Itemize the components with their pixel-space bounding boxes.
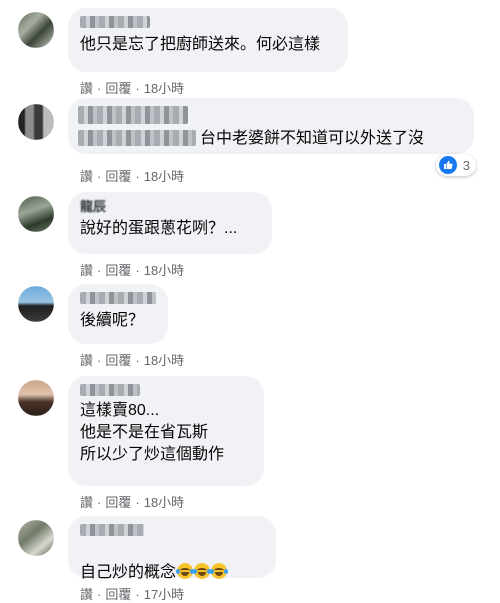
timestamp[interactable]: 18小時 [144, 350, 184, 369]
like-link[interactable]: 讚 [80, 78, 93, 97]
avatar[interactable] [18, 286, 54, 322]
like-link[interactable]: 讚 [80, 260, 93, 279]
separator: · [97, 81, 102, 96]
separator: · [97, 495, 102, 510]
reply-link[interactable]: 回覆 [105, 350, 131, 369]
timestamp[interactable]: 18小時 [144, 166, 184, 185]
commenter-name-blurred[interactable] [80, 384, 140, 396]
separator: · [135, 495, 140, 510]
reply-link[interactable]: 回覆 [105, 584, 131, 603]
separator: · [135, 353, 140, 368]
comment-bubble: 後續呢？ [68, 284, 168, 344]
timestamp[interactable]: 17小時 [144, 584, 184, 603]
reply-link[interactable]: 回覆 [105, 260, 131, 279]
comment-bubble: 他只是忘了把廚師送來。何必這樣 [68, 8, 348, 72]
separator: · [97, 263, 102, 278]
avatar[interactable] [18, 380, 54, 416]
separator: · [135, 169, 140, 184]
comment-actions: 讚 · 回覆 · 18小時 [80, 78, 184, 97]
comment-text: 說好的蛋跟蔥花咧？... [80, 220, 238, 237]
comment-actions: 讚 · 回覆 · 18小時 [80, 166, 184, 185]
rolling-laughing-icon [176, 563, 195, 579]
commenter-name[interactable]: 龍辰 [80, 200, 260, 214]
comment-bubble: 台中老婆餅不知道可以外送了沒 [68, 98, 474, 154]
comment-text: 自己炒的概念 [80, 540, 264, 584]
like-icon [438, 156, 457, 174]
separator: · [97, 169, 102, 184]
comment-actions: 讚 · 回覆 · 18小時 [80, 260, 184, 279]
comment-bubble: 這樣賣80... 他是不是在省瓦斯 所以少了炒這個動作 [68, 376, 264, 486]
reaction-count: 3 [462, 157, 470, 173]
avatar[interactable] [18, 520, 54, 556]
avatar[interactable] [18, 196, 54, 232]
comment-actions: 讚 · 回覆 · 17小時 [80, 584, 184, 603]
separator: · [135, 81, 140, 96]
like-link[interactable]: 讚 [80, 350, 93, 369]
timestamp[interactable]: 18小時 [144, 492, 184, 511]
separator: · [135, 263, 140, 278]
comment-bubble: 龍辰 說好的蛋跟蔥花咧？... [68, 192, 272, 254]
timestamp[interactable]: 18小時 [144, 260, 184, 279]
avatar[interactable] [18, 104, 54, 140]
rolling-laughing-icon [210, 563, 229, 579]
reaction-badge[interactable]: 3 [435, 154, 476, 176]
commenter-name-blurred[interactable] [78, 106, 188, 124]
reply-link[interactable]: 回覆 [105, 78, 131, 97]
separator: · [97, 353, 102, 368]
comment-text: 後續呢？ [80, 312, 145, 329]
commenter-name-blurred[interactable] [80, 524, 144, 536]
commenter-name-blurred[interactable] [78, 130, 196, 146]
like-link[interactable]: 讚 [80, 492, 93, 511]
reply-link[interactable]: 回覆 [105, 166, 131, 185]
comment-actions: 讚 · 回覆 · 18小時 [80, 492, 184, 511]
avatar[interactable] [18, 12, 54, 48]
commenter-name-blurred[interactable] [80, 292, 156, 304]
commenter-name-blurred[interactable] [80, 16, 150, 28]
comment-text: 他只是忘了把廚師送來。何必這樣 [80, 36, 321, 53]
reply-link[interactable]: 回覆 [105, 492, 131, 511]
timestamp[interactable]: 18小時 [144, 78, 184, 97]
comment-text-content: 自己炒的概念 [80, 564, 177, 581]
comment-bubble: 自己炒的概念 [68, 516, 276, 581]
like-link[interactable]: 讚 [80, 166, 93, 185]
like-link[interactable]: 讚 [80, 584, 93, 603]
rolling-laughing-icon [193, 563, 212, 579]
comment-text: 這樣賣80... 他是不是在省瓦斯 所以少了炒這個動作 [80, 402, 225, 463]
comment-actions: 讚 · 回覆 · 18小時 [80, 350, 184, 369]
comment-text: 台中老婆餅不知道可以外送了沒 [200, 130, 425, 147]
